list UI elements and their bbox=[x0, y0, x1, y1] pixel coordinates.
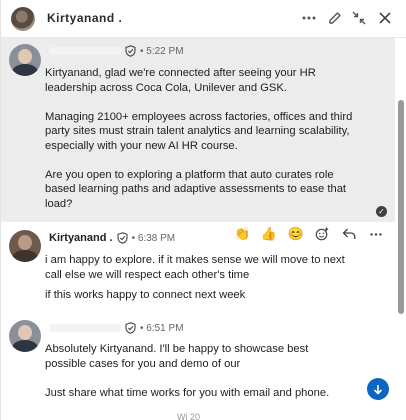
message-paragraph: Just share what time works for you with … bbox=[45, 386, 330, 399]
sender-name[interactable] bbox=[49, 47, 121, 55]
read-receipt-icon: ✓ bbox=[376, 206, 387, 217]
scroll-to-bottom-button[interactable] bbox=[367, 378, 389, 400]
sender-name[interactable]: Kirtyanand . bbox=[49, 232, 113, 244]
reply-icon[interactable] bbox=[339, 224, 359, 244]
compose-icon[interactable] bbox=[323, 6, 347, 30]
smile-reaction[interactable]: 😊 bbox=[286, 224, 306, 244]
clap-reaction[interactable]: 👏 bbox=[232, 224, 252, 244]
message-item: • 6:51 PM Absolutely Kirtyanand. I'll be… bbox=[1, 314, 395, 420]
message-meta: • 6:51 PM bbox=[49, 322, 184, 334]
message-body: Absolutely Kirtyanand. I'll be happy to … bbox=[45, 342, 345, 400]
message-meta: • 5:22 PM bbox=[49, 45, 184, 57]
scrollbar-thumb[interactable] bbox=[398, 100, 404, 314]
message-paragraph: if this works happy to connect next week bbox=[45, 289, 246, 301]
conversation-title[interactable]: Kirtyanand . bbox=[47, 11, 122, 25]
message-paragraph: Managing 2100+ employees across factorie… bbox=[45, 110, 353, 152]
message-body: Kirtyanand, glad we're connected after s… bbox=[45, 66, 363, 211]
message-body: i am happy to explore. if it makes sense… bbox=[45, 253, 345, 303]
close-icon[interactable] bbox=[373, 6, 397, 30]
message-item: • 5:22 PM Kirtyanand, glad we're connect… bbox=[1, 38, 395, 222]
more-icon[interactable] bbox=[366, 224, 386, 244]
collapse-icon[interactable] bbox=[347, 6, 371, 30]
message-time: • 6:51 PM bbox=[140, 322, 184, 334]
message-paragraph: Absolutely Kirtyanand. I'll be happy to … bbox=[45, 343, 309, 370]
react-add-icon[interactable] bbox=[312, 224, 332, 244]
avatar[interactable] bbox=[9, 320, 41, 352]
avatar[interactable] bbox=[9, 44, 41, 76]
avatar[interactable] bbox=[9, 230, 41, 262]
message-time: • 5:22 PM bbox=[140, 45, 184, 57]
message-paragraph: i am happy to explore. if it makes sense… bbox=[45, 254, 345, 281]
scrollbar[interactable] bbox=[397, 38, 405, 420]
sender-name[interactable] bbox=[49, 324, 121, 332]
message-time: • 6:38 PM bbox=[131, 232, 176, 244]
like-reaction[interactable]: 👍 bbox=[259, 224, 279, 244]
avatar[interactable] bbox=[11, 7, 35, 31]
message-paragraph: Kirtyanand, glad we're connected after s… bbox=[45, 67, 316, 94]
reaction-toolbar: 👏 👍 😊 bbox=[229, 222, 389, 246]
verified-shield-icon bbox=[117, 232, 128, 244]
message-meta: Kirtyanand . • 6:38 PM bbox=[49, 232, 175, 244]
partial-timestamp: Wi 20 bbox=[177, 412, 201, 420]
message-paragraph: Are you open to exploring a platform tha… bbox=[45, 168, 347, 210]
verified-shield-icon bbox=[125, 322, 136, 334]
more-icon[interactable] bbox=[297, 6, 321, 30]
verified-shield-icon bbox=[125, 45, 136, 57]
messaging-window: Kirtyanand . • 5:22 PM Kirtyanand, glad … bbox=[0, 0, 406, 420]
conversation-header: Kirtyanand . bbox=[1, 0, 406, 38]
